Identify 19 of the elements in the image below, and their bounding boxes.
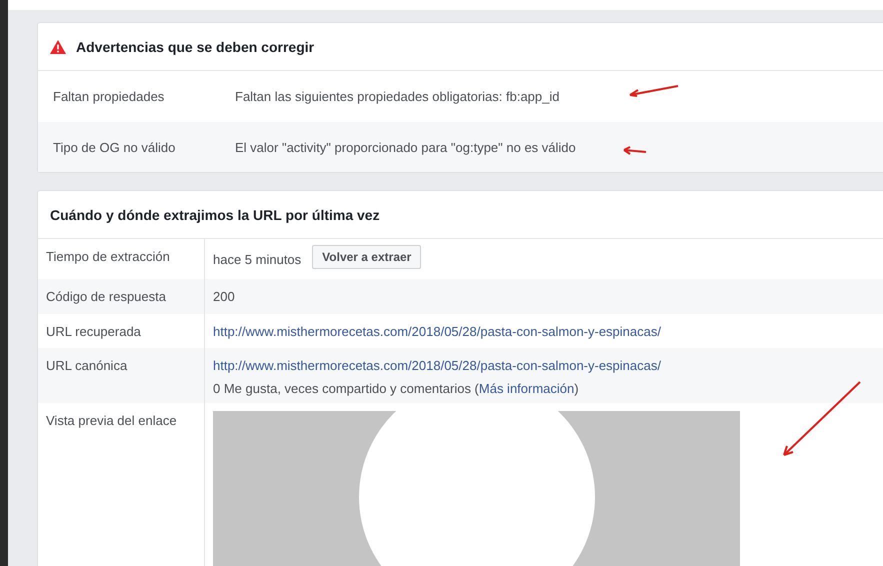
url-link[interactable]: http://www.misthermorecetas.com/2018/05/28/pasta-con-salmon-y-espinacas/ [213, 358, 661, 373]
field-label: Tiempo de extracción [46, 249, 170, 264]
field-label: URL canónica [46, 358, 128, 373]
field-label: URL recuperada [46, 324, 141, 339]
field-label: Vista previa del enlace [46, 413, 177, 428]
time-value: hace 5 minutos [213, 252, 302, 266]
card-title: Cuándo y dónde extrajimos la URL por última vez [50, 206, 380, 222]
rescrape-button[interactable]: Volver a extraer [312, 245, 422, 269]
url-link[interactable]: http://www.misthermorecetas.com/2018/05/28/pasta-con-salmon-y-espinacas/ [213, 324, 661, 339]
engagement-note: 0 Me gusta, veces compartido y comentarios (Más información) [213, 381, 580, 396]
warning-label: Faltan propiedades [53, 89, 166, 104]
warning-message: El valor "activity" proporcionado para "og:type" no es válido [235, 140, 576, 154]
card-title: Advertencias que se deben corregir [76, 38, 314, 54]
field-label: Código de respuesta [46, 289, 166, 304]
warning-icon [50, 40, 66, 54]
more-info-link[interactable]: Más información [478, 381, 574, 396]
warning-label: Tipo de OG no válido [53, 140, 176, 154]
warning-message: Faltan las siguientes propiedades obligatorias: fb:app_id [235, 89, 560, 104]
field-value: 200 [213, 289, 236, 304]
